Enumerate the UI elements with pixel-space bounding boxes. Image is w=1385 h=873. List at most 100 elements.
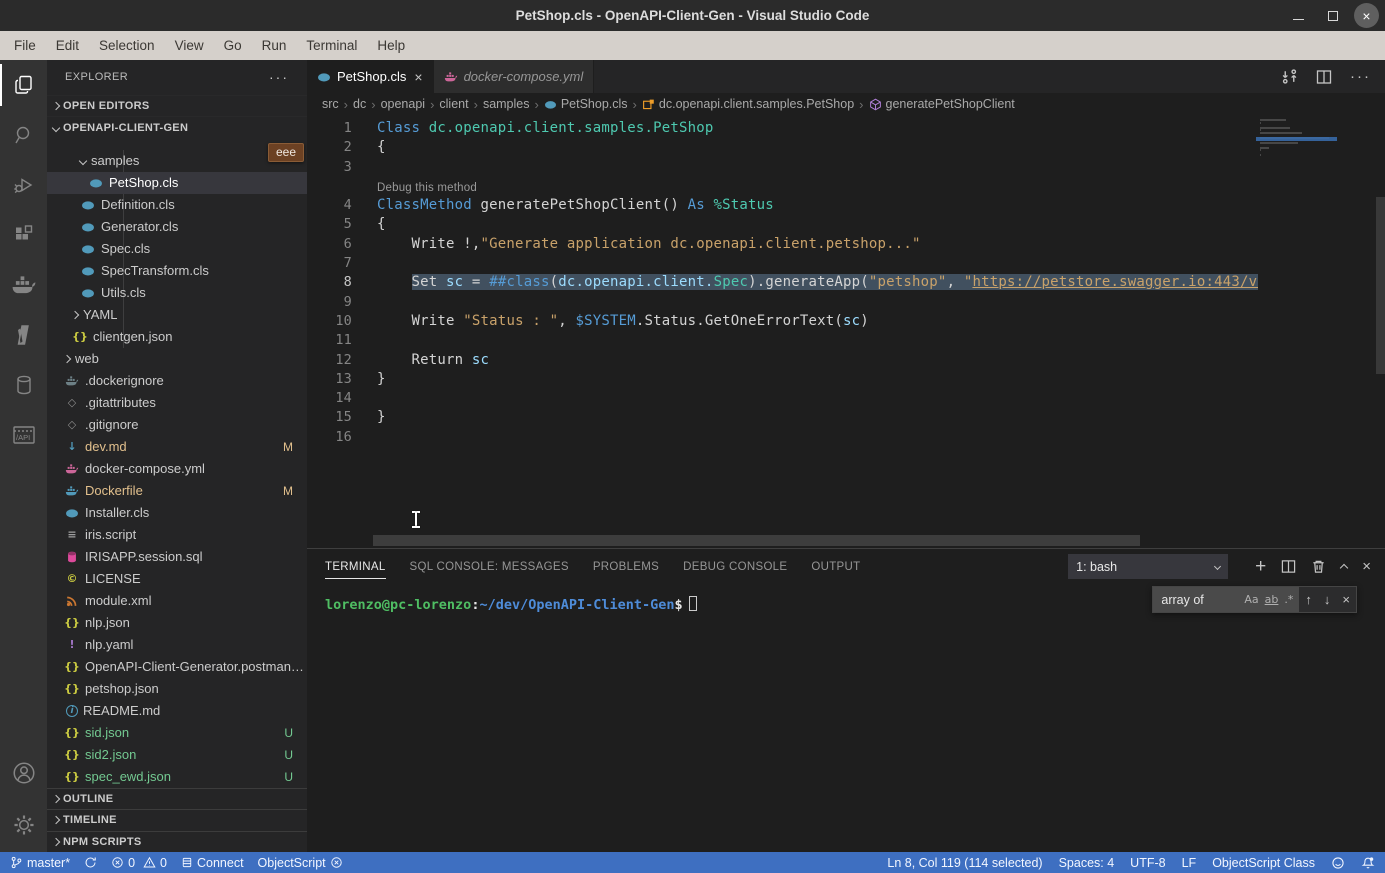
rest-api-icon[interactable]: /API [0, 410, 47, 460]
section-open-editors[interactable]: OPEN EDITORS [47, 95, 307, 116]
panel-tab-terminal[interactable]: TERMINAL [325, 549, 386, 584]
tree-file-petshop-json[interactable]: {}petshop.json [47, 678, 307, 700]
menu-selection[interactable]: Selection [89, 31, 165, 60]
whole-word-icon[interactable]: ab [1265, 593, 1279, 606]
find-previous-icon[interactable]: ↑ [1299, 592, 1318, 607]
close-button[interactable]: × [1354, 3, 1379, 28]
tree-file-nlp-yaml[interactable]: !nlp.yaml [47, 634, 307, 656]
section-npm-scripts[interactable]: NPM SCRIPTS [47, 831, 307, 852]
menu-edit[interactable]: Edit [46, 31, 89, 60]
close-tab-icon[interactable]: × [414, 69, 422, 85]
tab-petshop-cls[interactable]: PetShop.cls × [307, 60, 434, 93]
breadcrumb-dc[interactable]: dc [353, 97, 366, 111]
tree-folder-yaml[interactable]: YAML [47, 304, 307, 326]
tree-file-module-xml[interactable]: module.xml [47, 590, 307, 612]
split-editor-icon[interactable] [1316, 69, 1332, 85]
tree-file-petshop-cls[interactable]: PetShop.cls [47, 172, 307, 194]
language-mode-item[interactable]: ObjectScript Class [1212, 856, 1315, 870]
panel-tab-debug-console[interactable]: DEBUG CONSOLE [683, 549, 787, 584]
menu-terminal[interactable]: Terminal [296, 31, 367, 60]
cursor-position-item[interactable]: Ln 8, Col 119 (114 selected) [887, 856, 1042, 870]
vertical-scrollbar[interactable] [1376, 197, 1385, 374]
maximize-panel-icon[interactable] [1341, 558, 1347, 576]
database-icon[interactable] [0, 360, 47, 410]
horizontal-scrollbar[interactable] [373, 535, 1140, 546]
tree-file-license[interactable]: ©LICENSE [47, 568, 307, 590]
terminal[interactable]: lorenzo@pc-lorenzo:~/dev/OpenAPI-Client-… [325, 596, 697, 613]
kill-terminal-icon[interactable] [1311, 559, 1326, 574]
tree-file-dockerfile[interactable]: DockerfileM [47, 480, 307, 502]
breadcrumb-generatepetshopclient[interactable]: generatePetShopClient [869, 97, 1015, 111]
encoding-item[interactable]: UTF-8 [1130, 856, 1165, 870]
tab-docker-compose-yml[interactable]: docker-compose.yml [434, 60, 595, 93]
panel-tab-problems[interactable]: PROBLEMS [593, 549, 659, 584]
menu-go[interactable]: Go [214, 31, 252, 60]
settings-gear-icon[interactable] [0, 798, 47, 852]
section-outline[interactable]: OUTLINE [47, 788, 307, 809]
terminal-shell-select[interactable]: 1: bash [1068, 554, 1228, 579]
explorer-icon[interactable] [0, 60, 47, 110]
account-icon[interactable] [0, 748, 47, 798]
panel-tab-sql-console-messages[interactable]: SQL CONSOLE: MESSAGES [410, 549, 569, 584]
sync-item[interactable] [84, 856, 97, 869]
tree-file--gitattributes[interactable]: ◇.gitattributes [47, 392, 307, 414]
notifications-item[interactable] [1361, 856, 1375, 870]
tree-file-spec-cls[interactable]: Spec.cls [47, 238, 307, 260]
minimize-button[interactable] [1286, 3, 1311, 28]
breadcrumb-src[interactable]: src [322, 97, 339, 111]
tree-file-spec-ewd-json[interactable]: {}spec_ewd.jsonU [47, 766, 307, 788]
tree-file-openapi-client-generator-postman-[interactable]: {}OpenAPI-Client-Generator.postman… [47, 656, 307, 678]
menu-run[interactable]: Run [252, 31, 297, 60]
menu-file[interactable]: File [4, 31, 46, 60]
tree-file-sid2-json[interactable]: {}sid2.jsonU [47, 744, 307, 766]
git-branch-item[interactable]: master* [10, 856, 70, 870]
tree-file-generator-cls[interactable]: Generator.cls [47, 216, 307, 238]
breadcrumb-dc-openapi-client-samples-petshop[interactable]: dc.openapi.client.samples.PetShop [642, 97, 854, 111]
indentation-item[interactable]: Spaces: 4 [1059, 856, 1115, 870]
close-find-icon[interactable]: × [1336, 592, 1356, 607]
tree-file-clientgen-json[interactable]: {}clientgen.json [47, 326, 307, 348]
tree-file-installer-cls[interactable]: Installer.cls [47, 502, 307, 524]
find-next-icon[interactable]: ↓ [1318, 592, 1337, 607]
tree-file-spectransform-cls[interactable]: SpecTransform.cls [47, 260, 307, 282]
breadcrumb-client[interactable]: client [439, 97, 468, 111]
tree-file--dockerignore[interactable]: .dockerignore [47, 370, 307, 392]
docker-icon[interactable] [0, 260, 47, 310]
find-input[interactable]: array of Aa ab .* [1153, 587, 1299, 612]
tree-file-definition-cls[interactable]: Definition.cls [47, 194, 307, 216]
close-panel-icon[interactable]: × [1362, 558, 1371, 575]
search-icon[interactable] [0, 110, 47, 160]
breadcrumb-openapi[interactable]: openapi [381, 97, 426, 111]
codelens-debug-link[interactable]: Debug this method [377, 178, 477, 197]
intersystems-icon[interactable] [0, 310, 47, 360]
tree-file-dev-md[interactable]: ↓dev.mdM [47, 436, 307, 458]
match-case-icon[interactable]: Aa [1244, 593, 1258, 606]
connect-item[interactable]: Connect [181, 856, 244, 870]
tree-file-irisapp-session-sql[interactable]: IRISAPP.session.sql [47, 546, 307, 568]
run-debug-icon[interactable] [0, 160, 47, 210]
regex-icon[interactable]: .* [1284, 593, 1293, 606]
objectscript-server-item[interactable]: ObjectScript [258, 856, 343, 870]
tree-file--gitignore[interactable]: ◇.gitignore [47, 414, 307, 436]
panel-tab-output[interactable]: OUTPUT [811, 549, 860, 584]
more-actions-icon[interactable]: ··· [1350, 68, 1371, 85]
maximize-button[interactable] [1320, 3, 1345, 28]
eol-item[interactable]: LF [1182, 856, 1197, 870]
tree-folder-web[interactable]: web [47, 348, 307, 370]
tree-file-sid-json[interactable]: {}sid.jsonU [47, 722, 307, 744]
open-changes-icon[interactable] [1281, 68, 1298, 85]
tree-file-utils-cls[interactable]: Utils.cls [47, 282, 307, 304]
breadcrumb-samples[interactable]: samples [483, 97, 530, 111]
tree-file-readme-md[interactable]: iREADME.md [47, 700, 307, 722]
feedback-item[interactable] [1331, 856, 1345, 870]
problems-item[interactable]: 0 0 [111, 856, 167, 870]
section-workspace-root[interactable]: OPENAPI-CLIENT-GEN [47, 116, 307, 137]
section-timeline[interactable]: TIMELINE [47, 809, 307, 830]
split-terminal-icon[interactable] [1281, 559, 1296, 574]
minimap[interactable] [1260, 119, 1370, 159]
breadcrumb-petshop-cls[interactable]: PetShop.cls [544, 97, 628, 111]
explorer-more-actions-icon[interactable]: ··· [269, 69, 289, 85]
tree-file-nlp-json[interactable]: {}nlp.json [47, 612, 307, 634]
extensions-icon[interactable] [0, 210, 47, 260]
menu-help[interactable]: Help [367, 31, 415, 60]
